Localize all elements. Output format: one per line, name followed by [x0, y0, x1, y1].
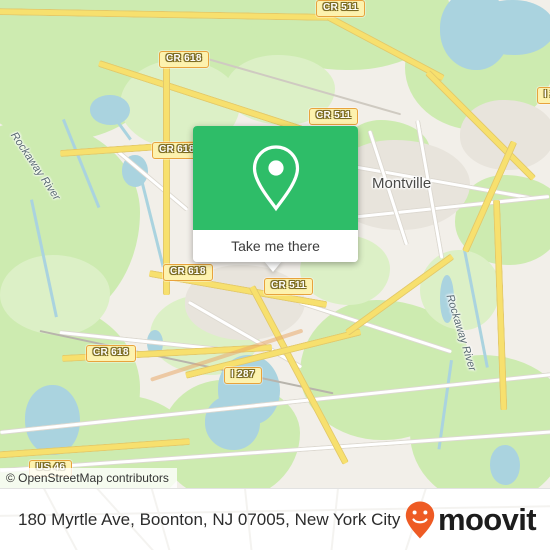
popup-pointer	[264, 261, 282, 272]
moovit-wordmark: moovit	[437, 501, 537, 537]
road-shield: CR 618	[159, 51, 209, 68]
road-shield: I 287	[537, 87, 550, 104]
road-shield: I 287	[224, 367, 262, 384]
footer-bar: 180 Myrtle Ave, Boonton, NJ 07005, New Y…	[0, 488, 550, 550]
map-pin-icon	[252, 145, 299, 212]
location-popup-card[interactable]: Take me there	[193, 126, 358, 262]
road-shield: CR 511	[309, 108, 359, 125]
popup-header	[193, 126, 358, 230]
osm-attribution: © OpenStreetMap contributors	[0, 468, 177, 488]
moovit-logo: moovit	[404, 500, 537, 540]
road-shield: CR 511	[264, 278, 314, 295]
road-shield: CR 618	[163, 264, 213, 281]
road-shield: CR 618	[86, 345, 136, 362]
moovit-map-screen: Rockaway River Rockaway River Montville …	[0, 0, 550, 550]
address-label: 180 Myrtle Ave, Boonton, NJ 07005, New Y…	[18, 509, 401, 529]
take-me-there-button[interactable]: Take me there	[193, 230, 358, 262]
moovit-smiley-pin-icon	[405, 501, 435, 538]
road-shield: CR 511	[316, 0, 366, 17]
